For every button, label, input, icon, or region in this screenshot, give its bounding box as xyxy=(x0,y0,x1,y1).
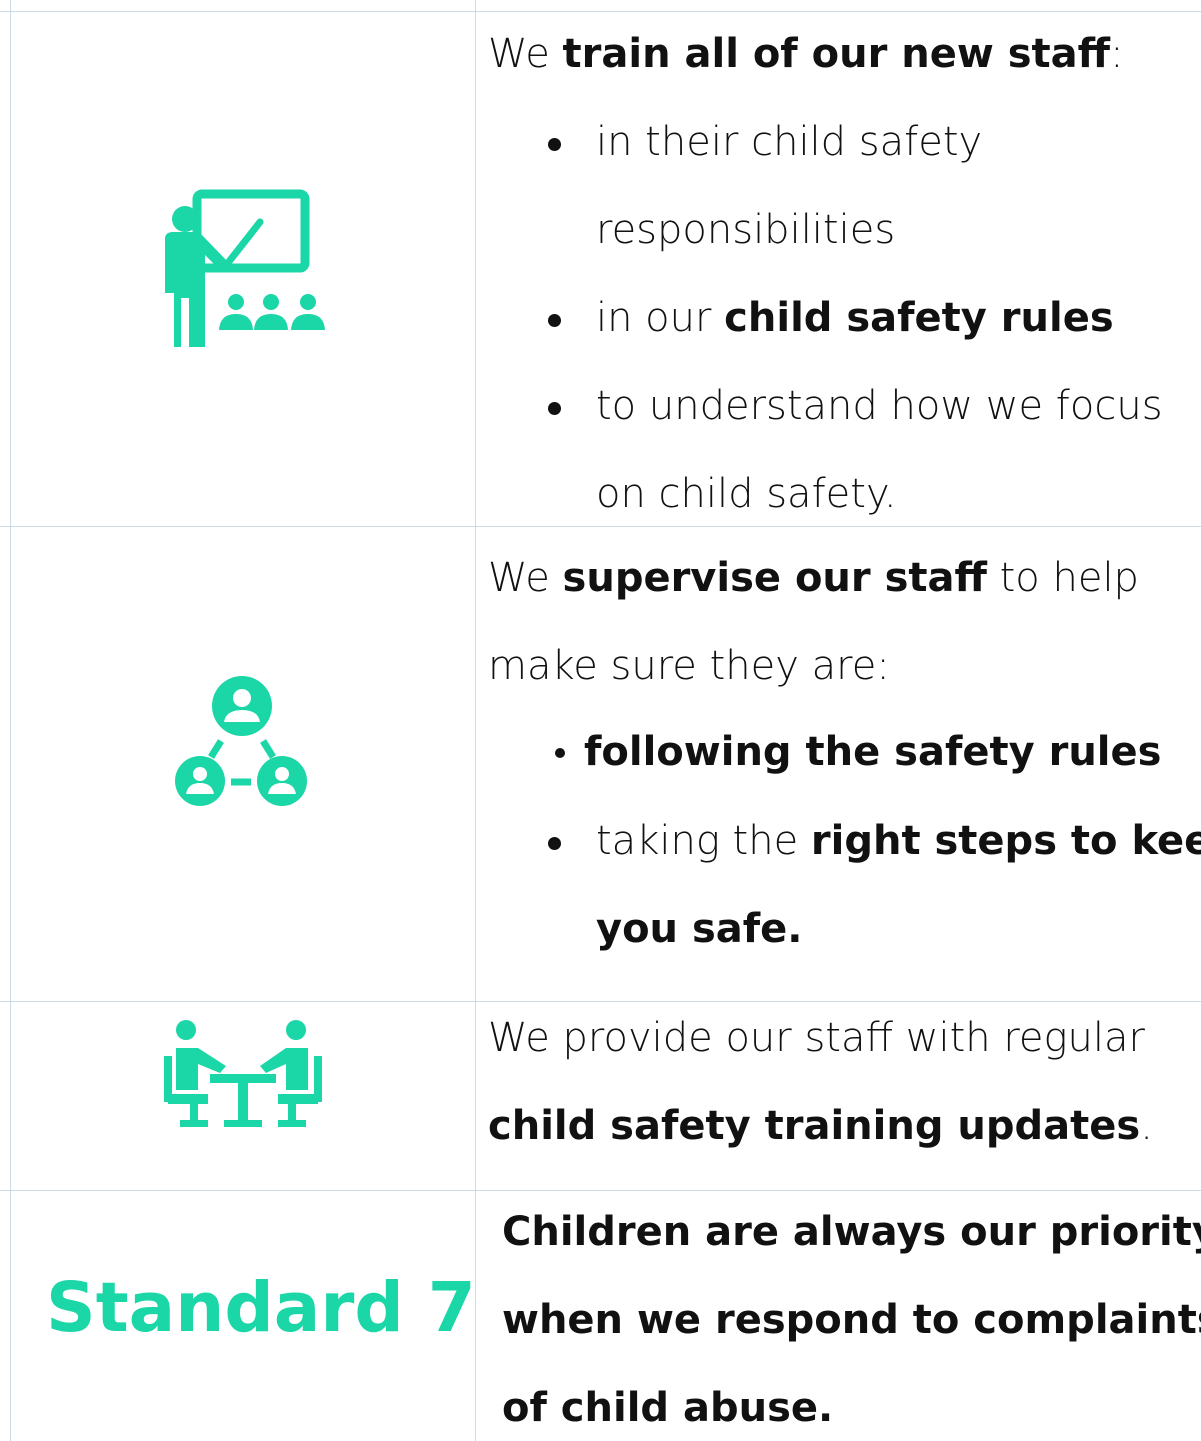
bullet-dot xyxy=(548,138,561,151)
standard-text: when we respond to complaints xyxy=(502,1297,1201,1343)
bullet-dot xyxy=(548,402,561,415)
row-intro: We train all of our new staff: xyxy=(488,31,1124,77)
bullet-text: taking the right steps to keep xyxy=(596,818,1201,864)
row-text-continued: child safety training updates. xyxy=(488,1103,1153,1149)
bullet-text: following the safety rules xyxy=(584,729,1162,775)
table-border-left xyxy=(10,0,11,1441)
row-divider xyxy=(0,526,1201,527)
table-border-top xyxy=(0,11,1201,12)
bullet-text-continued: responsibilities xyxy=(596,207,896,253)
row-intro-continued: make sure they are: xyxy=(488,643,890,689)
standard-text: of child abuse. xyxy=(502,1385,834,1431)
row-intro: We supervise our staff to help xyxy=(488,555,1139,601)
bullet-text-continued: on child safety. xyxy=(596,471,897,517)
bullet-dot xyxy=(548,837,561,850)
bullet-dot xyxy=(555,748,565,758)
training-meeting-icon xyxy=(164,1020,322,1127)
bullet-text-continued: you safe. xyxy=(596,906,803,952)
column-divider xyxy=(475,0,476,1441)
row-text: We provide our staff with regular xyxy=(488,1015,1145,1061)
supervision-network-icon xyxy=(175,676,307,806)
bullet-text: to understand how we focus xyxy=(596,383,1163,429)
row-divider xyxy=(0,1001,1201,1002)
row-divider xyxy=(0,1190,1201,1191)
standard-label: Standard 7 xyxy=(46,1268,476,1348)
standard-text: Children are always our priority xyxy=(502,1209,1201,1255)
bullet-text: in our child safety rules xyxy=(596,295,1114,341)
bullet-dot xyxy=(548,314,561,327)
teacher-presentation-icon xyxy=(165,189,325,347)
bullet-text: in their child safety xyxy=(596,119,983,165)
